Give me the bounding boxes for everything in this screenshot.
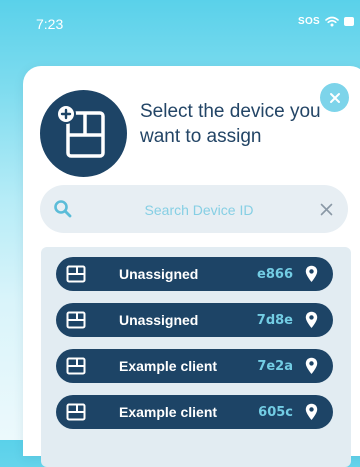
device-id: 7e2a [257,359,293,374]
dialog-title: Select the device you want to assign [140,101,321,147]
location-pin-icon[interactable] [305,311,318,329]
location-pin-icon[interactable] [305,357,318,375]
add-device-icon [56,104,105,158]
assign-device-dialog: Select the device you want to assign Una… [23,66,360,467]
device-name: Unassigned [119,312,199,328]
device-name: Example client [119,404,218,420]
device-icon [66,311,86,329]
device-name: Unassigned [119,266,199,282]
sos-label: SOS [297,16,320,27]
device-icon [66,357,86,375]
clear-search-button[interactable] [313,195,339,223]
device-row[interactable]: Example client 7e2a [56,349,333,383]
device-row[interactable]: Example client 605c [56,395,333,429]
device-icon [66,265,86,283]
add-device-illustration [40,90,127,177]
device-icon [66,403,86,421]
wifi-icon [325,16,339,27]
location-pin-icon[interactable] [305,403,318,421]
device-list: Unassigned e866 Unassigned 7d8e Example … [41,247,351,467]
clear-icon [320,203,332,215]
status-time: 7:23 [36,16,64,32]
device-row[interactable]: Unassigned 7d8e [56,303,333,337]
device-id: 605c [258,405,293,420]
battery-icon [344,17,354,26]
device-row[interactable]: Unassigned e866 [56,257,333,291]
device-name: Example client [119,358,218,374]
location-pin-icon[interactable] [305,265,318,283]
search-input[interactable] [86,193,312,227]
device-id: e866 [257,267,293,282]
device-id: 7d8e [256,313,293,328]
search-icon [54,200,72,218]
status-bar: 7:23 SOS [0,0,360,44]
search-box [40,185,348,233]
status-indicators: SOS [298,16,354,27]
